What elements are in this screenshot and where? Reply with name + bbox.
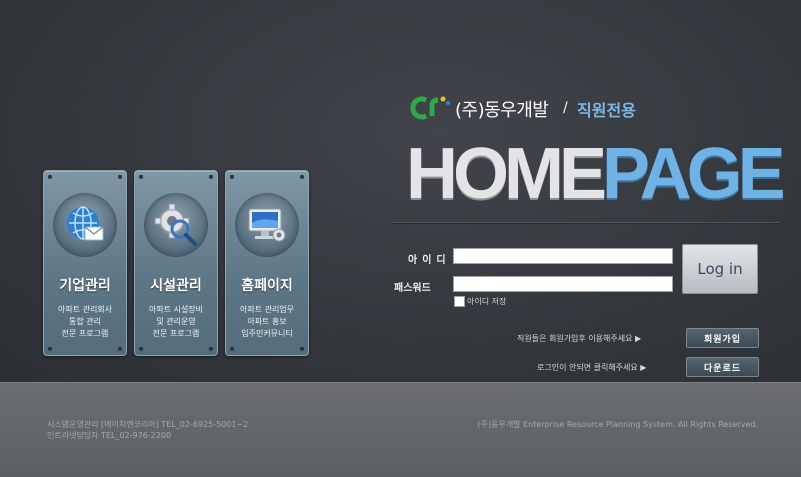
signup-button[interactable]: 회원가입	[686, 328, 759, 348]
card-company-management[interactable]: 기업관리 아파트 관리회사 통합 관리 전문 프로그램	[43, 170, 127, 356]
rivet	[139, 347, 143, 351]
password-input[interactable]	[453, 276, 673, 292]
desc-line: 아파트 시설장비	[148, 305, 204, 314]
staff-only-label: 직원전용	[577, 101, 636, 120]
banner-page: PAGE	[602, 134, 786, 214]
id-input[interactable]	[453, 248, 673, 264]
signup-hint: 직원들은 회원가입후 이용해주세요 ▶	[517, 334, 642, 343]
main-area: 기업관리 아파트 관리회사 통합 관리 전문 프로그램 시설관리 아파트 시설장…	[0, 0, 801, 382]
monitor-gear-icon	[235, 193, 299, 257]
divider	[392, 222, 780, 224]
gear-magnifier-icon	[144, 193, 208, 257]
card-title: 홈페이지	[241, 278, 293, 294]
card-title: 기업관리	[59, 278, 111, 294]
banner-home: HOME	[406, 134, 607, 214]
rivet	[118, 175, 122, 179]
login-button[interactable]: Log in	[682, 244, 758, 294]
rivet	[139, 175, 143, 179]
download-hint: 로그인이 안되면 클릭해주세요 ▶	[537, 363, 647, 372]
rivet	[300, 175, 304, 179]
desc-line: 통합 관리	[69, 317, 101, 326]
company-mark-icon	[410, 96, 450, 120]
card-homepage[interactable]: 홈페이지 아파트 관리업무 아파트 홍보 입주민커뮤니티	[225, 170, 309, 356]
card-description: 아파트 관리업무 아파트 홍보 입주민커뮤니티	[226, 304, 308, 340]
card-description: 아파트 시설장비 및 관리운영 전문 프로그램	[135, 304, 217, 340]
footer-contact: 시스템운영관리 [에이치엔코리아] TEL_02-6925-5001~2 인트라…	[47, 419, 248, 441]
password-label: 패스워드	[394, 283, 431, 294]
desc-line: 아파트 관리회사	[57, 305, 113, 314]
rivet	[230, 347, 234, 351]
desc-line: 입주민커뮤니티	[241, 329, 293, 338]
id-label: 아이디	[408, 255, 451, 266]
desc-line: 전문 프로그램	[152, 329, 200, 338]
download-button[interactable]: 다운로드	[686, 357, 759, 377]
globe-envelope-icon	[53, 193, 117, 257]
desc-line: 전문 프로그램	[61, 329, 109, 338]
rivet	[209, 175, 213, 179]
card-title: 시설관리	[150, 278, 202, 294]
desc-line: 아파트 홍보	[247, 317, 287, 326]
footer-line: 인트라넷담당자 TEL_02-976-2200	[47, 431, 172, 440]
save-id-label: 아이디 저장	[467, 297, 507, 306]
logo-slash: /	[563, 100, 568, 116]
footer-copyright: (주)동우개발 Enterprise Resource Planning Sys…	[477, 420, 758, 429]
homepage-banner: HOMEPAGE	[406, 138, 786, 210]
footer-line: 시스템운영관리 [에이치엔코리아] TEL_02-6925-5001~2	[47, 420, 249, 429]
card-facility-management[interactable]: 시설관리 아파트 시설장비 및 관리운영 전문 프로그램	[134, 170, 218, 356]
company-name: (주)동우개발	[455, 100, 549, 121]
rivet	[118, 347, 122, 351]
rivet	[230, 175, 234, 179]
desc-line: 아파트 관리업무	[239, 305, 295, 314]
save-id-checkbox[interactable]	[454, 296, 465, 307]
rivet	[209, 347, 213, 351]
rivet	[300, 347, 304, 351]
company-logo: (주)동우개발 / 직원전용	[410, 93, 650, 123]
rivet	[48, 347, 52, 351]
footer: 시스템운영관리 [에이치엔코리아] TEL_02-6925-5001~2 인트라…	[0, 382, 801, 477]
desc-line: 및 관리운영	[156, 317, 196, 326]
card-description: 아파트 관리회사 통합 관리 전문 프로그램	[44, 304, 126, 340]
rivet	[48, 175, 52, 179]
